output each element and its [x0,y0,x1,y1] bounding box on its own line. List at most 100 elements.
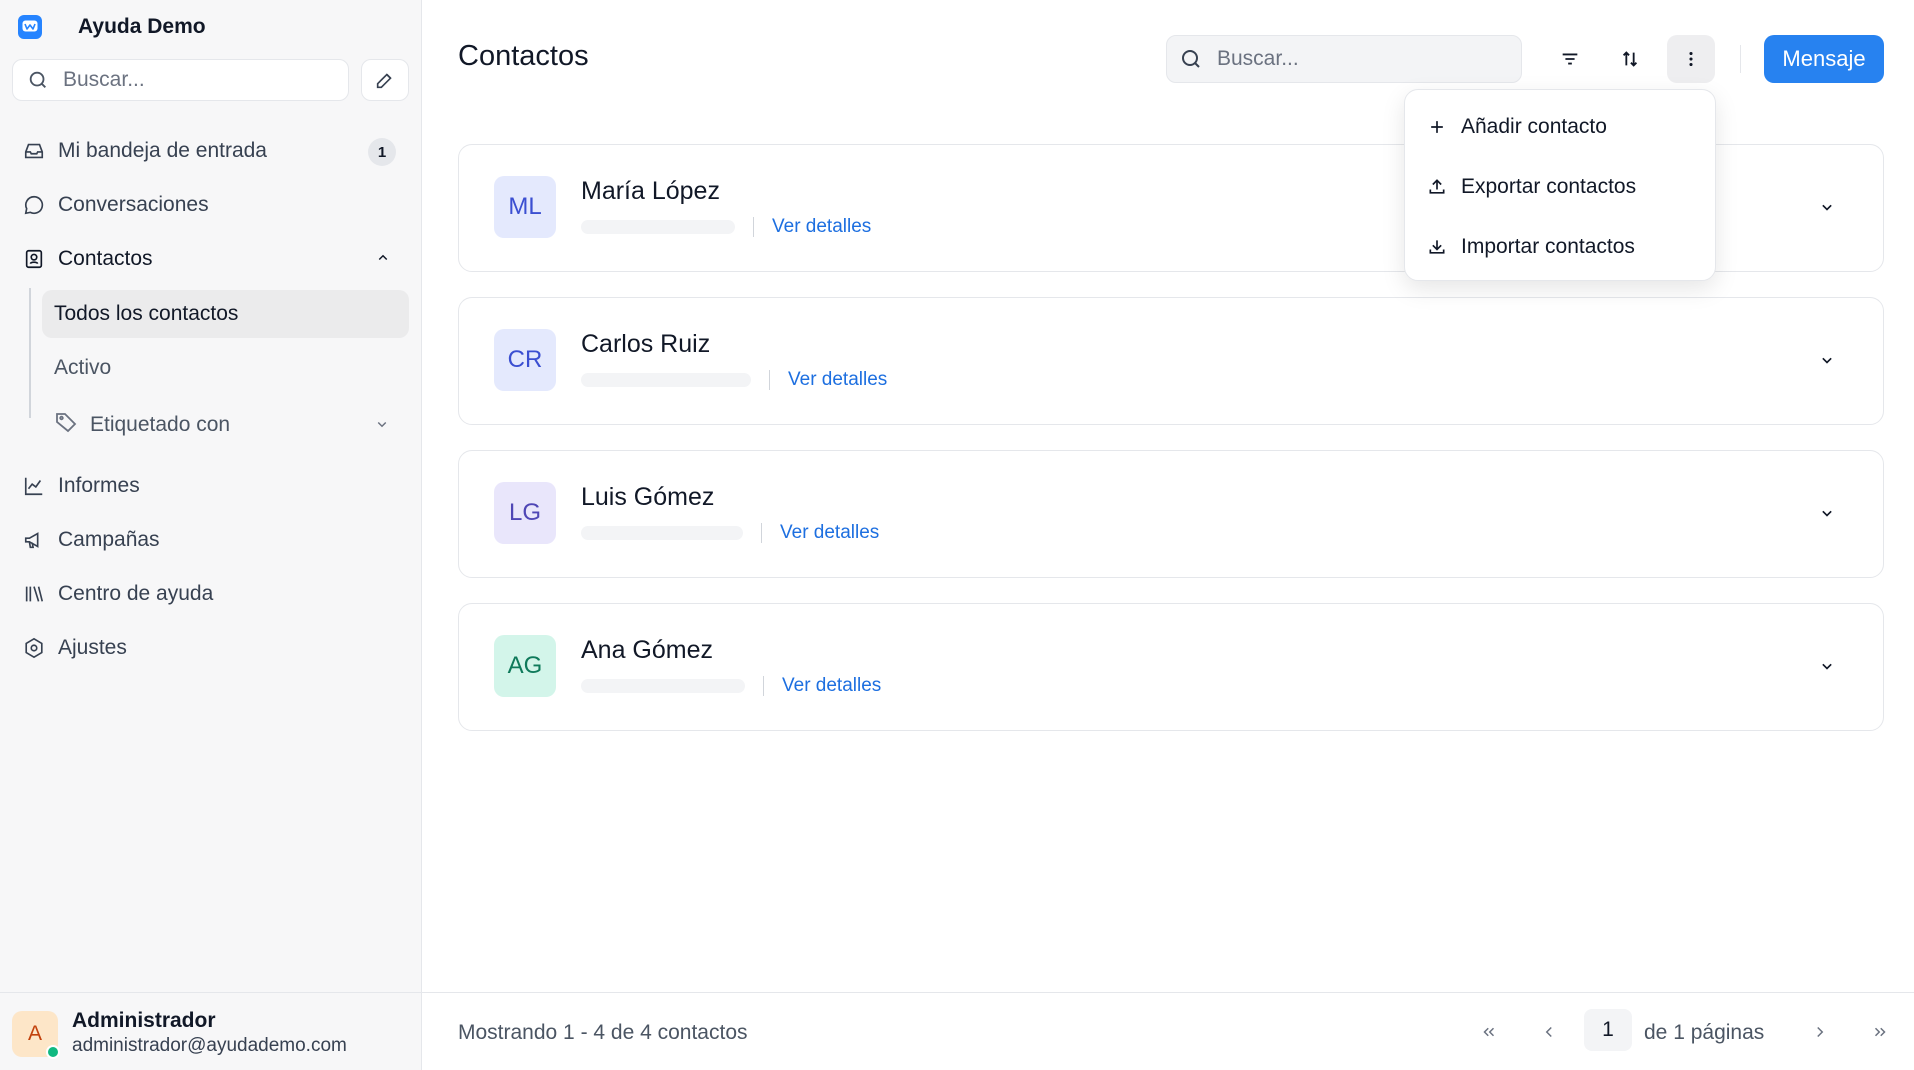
user-profile[interactable]: A Administrador administrador@ayudademo.… [0,992,422,1070]
message-button[interactable]: Mensaje [1764,35,1884,83]
download-icon [1429,240,1445,254]
total-pages: de 1 páginas [1644,1021,1765,1044]
sidebar-item-label: Centro de ayuda [58,582,214,605]
sidebar-item-label: Conversaciones [58,193,209,216]
sidebar-item-all-contacts[interactable]: Todos los contactos [42,290,409,338]
results-count: Mostrando 1 - 4 de 4 contactos [458,1021,748,1044]
inbox-icon [22,139,46,163]
current-page-input[interactable]: 1 [1584,1009,1632,1051]
menu-item-import-contacts[interactable]: Importar contactos [1427,227,1635,267]
chart-icon [22,474,46,498]
filter-button[interactable] [1546,35,1594,83]
sidebar-item-campaigns[interactable]: Campañas [12,518,410,562]
search-icon [29,71,46,88]
unread-badge: 1 [368,138,396,166]
chevron-down-icon[interactable] [1817,656,1837,681]
sidebar-item-label: Mi bandeja de entrada [58,139,267,162]
first-page-button[interactable] [1469,1012,1509,1052]
search-input[interactable]: Buscar... [1166,35,1522,83]
sidebar-item-active[interactable]: Activo [42,344,409,392]
view-details-link[interactable]: Ver detalles [780,522,879,544]
sidebar-item-label: Etiquetado con [90,413,231,436]
tag-icon [54,410,78,440]
menu-item-label: Exportar contactos [1461,175,1637,198]
plus-icon [1431,121,1443,133]
last-page-button[interactable] [1860,1012,1900,1052]
sidebar-search-placeholder: Buscar... [63,68,145,91]
chevron-left-icon [1545,1026,1552,1038]
user-name: Administrador [72,1009,216,1032]
compose-icon [376,73,392,89]
contact-avatar: ML [494,176,556,238]
logo-icon [18,15,42,39]
more-options-button[interactable] [1667,35,1715,83]
chevron-down-icon [373,415,391,439]
brand-name: Ayuda Demo [78,15,206,38]
chevrons-left-icon [1483,1027,1495,1037]
chat-icon [22,193,46,217]
meta-divider [763,676,764,696]
filter-icon [1562,53,1578,65]
sidebar-search-input[interactable]: Buscar... [12,59,349,101]
library-icon [22,582,46,606]
next-page-button[interactable] [1800,1012,1840,1052]
contact-card[interactable]: AG Ana Gómez Ver detalles [458,603,1884,731]
pagination-footer: Mostrando 1 - 4 de 4 contactos 1 de 1 pá… [422,992,1914,1070]
contact-meta: Ver detalles [581,215,871,239]
online-status-dot [46,1045,60,1059]
redacted-info [581,373,751,387]
contact-card[interactable]: CR Carlos Ruiz Ver detalles [458,297,1884,425]
sidebar-item-conversations[interactable]: Conversaciones [12,183,410,227]
sidebar-item-label: Contactos [58,247,153,270]
redacted-info [581,679,745,693]
chevron-down-icon[interactable] [1817,350,1837,375]
upload-icon [1429,179,1445,194]
toolbar-divider [1740,45,1741,73]
contact-name: Ana Gómez [581,636,714,664]
contact-meta: Ver detalles [581,674,881,698]
sort-button[interactable] [1606,35,1654,83]
contact-meta: Ver detalles [581,368,887,392]
page-title: Contactos [458,40,589,72]
previous-page-button[interactable] [1529,1012,1569,1052]
sidebar-item-contacts[interactable]: Contactos [12,237,410,281]
search-icon [1182,50,1200,68]
sidebar-item-inbox[interactable]: Mi bandeja de entrada 1 [12,129,410,173]
menu-item-export-contacts[interactable]: Exportar contactos [1427,167,1636,207]
sidebar-item-reports[interactable]: Informes [12,464,410,508]
redacted-info [581,526,743,540]
more-options-menu: Añadir contacto Exportar contactos Impor… [1404,89,1716,281]
search-placeholder: Buscar... [1217,47,1299,70]
contact-name: Luis Gómez [581,483,715,511]
sidebar-item-label: Campañas [58,528,160,551]
view-details-link[interactable]: Ver detalles [772,216,871,238]
menu-item-add-contact[interactable]: Añadir contacto [1427,107,1607,147]
sort-icon [1622,51,1638,67]
brand[interactable]: Ayuda Demo [18,14,206,40]
sidebar-item-tagged[interactable]: Etiquetado con [42,401,409,449]
contact-name: Carlos Ruiz [581,330,711,358]
sidebar-item-label: Activo [54,356,112,379]
chevrons-right-icon [1874,1027,1886,1037]
chevron-down-icon[interactable] [1817,197,1837,222]
menu-item-label: Importar contactos [1461,235,1635,258]
chevron-up-icon [374,249,392,273]
compose-button[interactable] [361,59,409,101]
subtree-line [29,288,31,418]
view-details-link[interactable]: Ver detalles [782,675,881,697]
meta-divider [761,523,762,543]
sidebar-item-settings[interactable]: Ajustes [12,626,410,670]
contact-avatar: AG [494,635,556,697]
contact-avatar: LG [494,482,556,544]
contact-card-icon [22,247,46,271]
contact-card[interactable]: LG Luis Gómez Ver detalles [458,450,1884,578]
user-email: administrador@ayudademo.com [72,1035,347,1056]
sidebar-item-help-center[interactable]: Centro de ayuda [12,572,410,616]
view-details-link[interactable]: Ver detalles [788,369,887,391]
contact-avatar: CR [494,329,556,391]
sidebar-item-label: Informes [58,474,140,497]
sidebar-item-label: Todos los contactos [54,302,239,325]
chevron-down-icon[interactable] [1817,503,1837,528]
chevron-right-icon [1817,1026,1824,1038]
settings-icon [22,636,46,660]
